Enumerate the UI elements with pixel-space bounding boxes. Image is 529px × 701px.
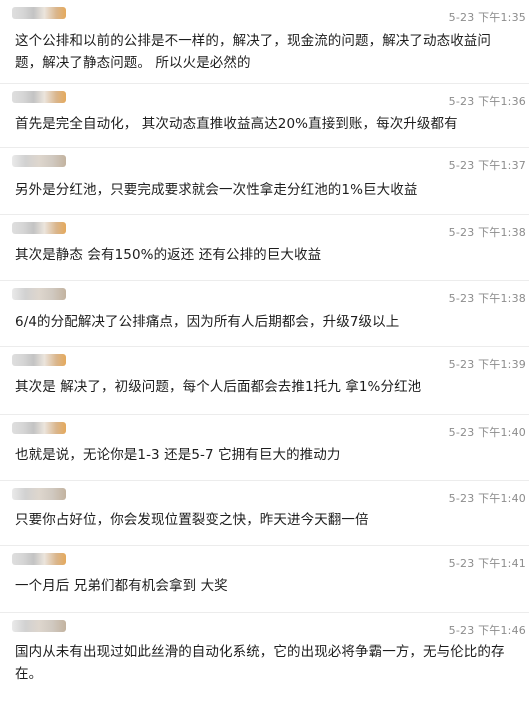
message-text: 只要你占好位，你会发现位置裂变之快，昨天进今天翻一倍: [15, 512, 369, 528]
blurred-username: [12, 7, 66, 19]
message-header: 5-23 下午1:39: [0, 347, 529, 371]
message-timestamp: 5-23 下午1:37: [448, 159, 526, 172]
message-header: 5-23 下午1:38: [0, 215, 529, 239]
blurred-username: [12, 354, 66, 366]
message-header: 5-23 下午1:46: [0, 613, 529, 637]
message-header: 5-23 下午1:40: [0, 481, 529, 505]
message-text: 国内从未有出现过如此丝滑的自动化系统，它的出现必将争霸一方，无与伦比的存在。: [15, 644, 505, 682]
message-text: 这个公排和以前的公排是不一样的，解决了，现金流的问题，解决了动态收益问题，解决了…: [15, 33, 491, 71]
message-header: 5-23 下午1:38: [0, 281, 529, 305]
message-item: 5-23 下午1:35 这个公排和以前的公排是不一样的，解决了，现金流的问题，解…: [0, 0, 529, 84]
message-text: 其次是静态 会有150%的返还 还有公排的巨大收益: [15, 247, 322, 263]
message-item: 5-23 下午1:36 首先是完全自动化， 其次动态直推收益高达20%直接到账，…: [0, 84, 529, 148]
message-item: 5-23 下午1:38 6/4的分配解决了公排痛点，因为所有人后期都会，升级7级…: [0, 281, 529, 347]
message-timestamp: 5-23 下午1:46: [448, 624, 526, 637]
message-text: 一个月后 兄弟们都有机会拿到 大奖: [15, 578, 228, 594]
message-timestamp: 5-23 下午1:39: [448, 358, 526, 371]
message-timestamp: 5-23 下午1:40: [448, 492, 526, 505]
blurred-username: [12, 91, 66, 103]
blurred-username: [12, 620, 66, 632]
blurred-username: [12, 288, 66, 300]
message-text: 也就是说，无论你是1-3 还是5-7 它拥有巨大的推动力: [15, 447, 341, 463]
chat-message-list: 5-23 下午1:35 这个公排和以前的公排是不一样的，解决了，现金流的问题，解…: [0, 0, 529, 701]
message-text: 首先是完全自动化， 其次动态直推收益高达20%直接到账，每次升级都有: [15, 116, 458, 132]
message-item: 5-23 下午1:38 其次是静态 会有150%的返还 还有公排的巨大收益: [0, 215, 529, 281]
message-item: 5-23 下午1:40 也就是说，无论你是1-3 还是5-7 它拥有巨大的推动力: [0, 415, 529, 481]
message-item: 5-23 下午1:41 一个月后 兄弟们都有机会拿到 大奖: [0, 546, 529, 613]
blurred-username: [12, 488, 66, 500]
message-header: 5-23 下午1:40: [0, 415, 529, 439]
message-item: 5-23 下午1:40 只要你占好位，你会发现位置裂变之快，昨天进今天翻一倍: [0, 481, 529, 546]
message-item: 5-23 下午1:39 其次是 解决了，初级问题，每个人后面都会去推1托九 拿1…: [0, 347, 529, 415]
message-item: 5-23 下午1:46 国内从未有出现过如此丝滑的自动化系统，它的出现必将争霸一…: [0, 613, 529, 701]
message-timestamp: 5-23 下午1:38: [448, 226, 526, 239]
blurred-username: [12, 553, 66, 565]
message-header: 5-23 下午1:36: [0, 84, 529, 108]
message-text: 另外是分红池，只要完成要求就会一次性拿走分红池的1%巨大收益: [15, 182, 418, 198]
message-header: 5-23 下午1:37: [0, 148, 529, 172]
message-timestamp: 5-23 下午1:35: [448, 11, 526, 24]
message-text: 其次是 解决了，初级问题，每个人后面都会去推1托九 拿1%分红池: [15, 379, 422, 395]
message-header: 5-23 下午1:35: [0, 0, 529, 24]
message-timestamp: 5-23 下午1:41: [448, 557, 526, 570]
blurred-username: [12, 422, 66, 434]
message-timestamp: 5-23 下午1:40: [448, 426, 526, 439]
message-text: 6/4的分配解决了公排痛点，因为所有人后期都会，升级7级以上: [15, 314, 400, 330]
blurred-username: [12, 155, 66, 167]
message-timestamp: 5-23 下午1:36: [448, 95, 526, 108]
blurred-username: [12, 222, 66, 234]
message-item: 5-23 下午1:37 另外是分红池，只要完成要求就会一次性拿走分红池的1%巨大…: [0, 148, 529, 215]
message-timestamp: 5-23 下午1:38: [448, 292, 526, 305]
message-header: 5-23 下午1:41: [0, 546, 529, 570]
